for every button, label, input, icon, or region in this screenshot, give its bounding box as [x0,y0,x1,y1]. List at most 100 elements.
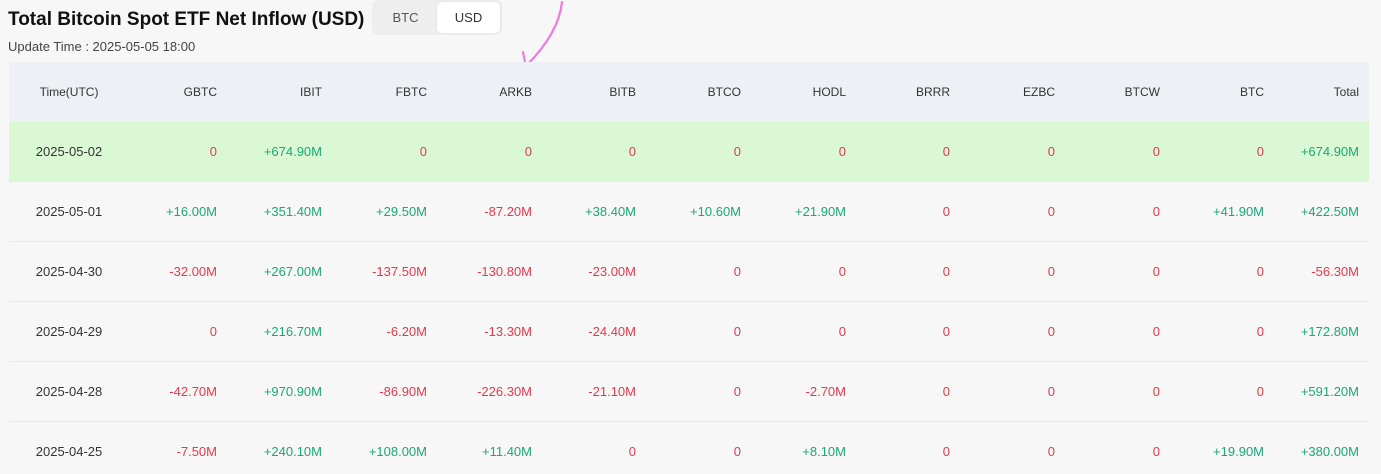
table-cell-total: +591.20M [1300,384,1359,399]
table-header-row: Time(UTC) GBTC IBIT FBTC ARKB BITB BTCO HODL BRR… [9,62,1369,122]
table-cell-date: 2025-04-28 [35,384,103,399]
table-cell-ezbc: 0 [1047,264,1055,279]
column-header-time-utc: Time(UTC) [39,85,99,99]
table-body: 2025-05-02 0 +674.90M 0 0 0 0 0 0 0 0 0 +674.90M 2025… [9,122,1369,474]
table-cell-btcw: 0 [1152,144,1160,159]
table-cell-total: +422.50M [1300,204,1359,219]
table-cell-total: -56.30M [1311,264,1359,279]
table-row: 2025-04-25 -7.50M +240.10M +108.00M +11.40M 0… [9,422,1369,474]
table-cell-arkb: -130.80M [477,264,532,279]
column-header-ezbc: EZBC [1022,85,1055,99]
table-cell-btco: 0 [733,144,741,159]
table-row: 2025-05-02 0 +674.90M 0 0 0 0 0 0 0 0 0 +674.90M [9,122,1369,182]
column-header-btc: BTC [1240,85,1264,99]
table-cell-btco: 0 [733,264,741,279]
column-header-btco: BTCO [707,85,741,99]
table-cell-total: +380.00M [1300,444,1359,459]
table-cell-btc: 0 [1256,144,1264,159]
etf-flow-table: Time(UTC) GBTC IBIT FBTC ARKB BITB BTCO HODL BRR… [9,62,1369,474]
table-cell-bitb: +38.40M [585,204,636,219]
table-cell-ibit: +216.70M [263,324,322,339]
table-cell-brrr: 0 [942,264,950,279]
column-header-total: Total [1333,85,1359,99]
table-cell-arkb: +11.40M [482,444,532,459]
table-cell-ibit: +674.90M [263,144,322,159]
page-header: Total Bitcoin Spot ETF Net Inflow (USD) … [8,0,1381,62]
table-cell-btcw: 0 [1152,204,1160,219]
update-time: Update Time : 2025-05-05 18:00 [8,39,196,54]
table-cell-btc: 0 [1256,384,1264,399]
currency-toggle: BTC USD [372,0,502,35]
table-cell-bitb: -21.10M [588,384,636,399]
table-cell-bitb: -24.40M [588,324,636,339]
table-row: 2025-04-30 -32.00M +267.00M -137.50M -130.80… [9,242,1369,302]
table-cell-btcw: 0 [1152,324,1160,339]
table-cell-brrr: 0 [942,324,950,339]
table-cell-hodl: 0 [838,324,846,339]
table-cell-arkb: 0 [524,144,532,159]
table-cell-ezbc: 0 [1047,444,1055,459]
toggle-btc-button[interactable]: BTC [374,2,437,33]
table-cell-gbtc: -7.50M [176,444,217,459]
column-header-ibit: IBIT [299,85,322,99]
table-cell-gbtc: -32.00M [169,264,217,279]
table-cell-ezbc: 0 [1047,324,1055,339]
column-header-brrr: BRRR [915,85,950,99]
table-cell-ezbc: 0 [1047,204,1055,219]
table-cell-brrr: 0 [942,444,950,459]
column-header-btcw: BTCW [1124,85,1160,99]
table-cell-btc: +19.90M [1213,444,1264,459]
table-cell-btco: +10.60M [690,204,741,219]
table-cell-arkb: -87.20M [484,204,532,219]
column-header-arkb: ARKB [499,85,532,99]
table-cell-arkb: -226.30M [477,384,532,399]
column-header-hodl: HODL [812,85,846,99]
table-cell-gbtc: +16.00M [166,204,217,219]
table-cell-date: 2025-04-29 [35,324,103,339]
table-cell-fbtc: +29.50M [376,204,427,219]
table-cell-ezbc: 0 [1047,144,1055,159]
table-cell-btco: 0 [733,384,741,399]
column-header-gbtc: GBTC [183,85,217,99]
table-cell-brrr: 0 [942,144,950,159]
table-row: 2025-04-28 -42.70M +970.90M -86.90M -226.30M… [9,362,1369,422]
table-row: 2025-04-29 0 +216.70M -6.20M -13.30M -24.40M 0… [9,302,1369,362]
table-cell-btco: 0 [733,444,741,459]
column-header-fbtc: FBTC [395,85,427,99]
table-cell-total: +172.80M [1300,324,1359,339]
table-cell-fbtc: -6.20M [386,324,427,339]
toggle-usd-button[interactable]: USD [437,2,500,33]
table-cell-hodl: -2.70M [805,384,846,399]
table-cell-btc: +41.90M [1213,204,1264,219]
table-cell-hodl: 0 [838,144,846,159]
table-cell-fbtc: -86.90M [379,384,427,399]
table-cell-btco: 0 [733,324,741,339]
table-cell-hodl: +21.90M [795,204,846,219]
table-cell-date: 2025-04-30 [35,264,103,279]
table-cell-hodl: 0 [838,264,846,279]
table-cell-gbtc: -42.70M [169,384,217,399]
page-title: Total Bitcoin Spot ETF Net Inflow (USD) [8,9,365,30]
table-cell-ibit: +240.10M [263,444,322,459]
table-cell-brrr: 0 [942,384,950,399]
table-cell-ibit: +267.00M [263,264,322,279]
table-cell-btcw: 0 [1152,444,1160,459]
table-cell-btc: 0 [1256,264,1264,279]
table-cell-date: 2025-05-02 [35,144,103,159]
table-cell-date: 2025-04-25 [35,444,103,459]
table-cell-btcw: 0 [1152,384,1160,399]
table-cell-gbtc: 0 [209,324,217,339]
table-cell-brrr: 0 [942,204,950,219]
table-cell-ibit: +351.40M [263,204,322,219]
table-cell-gbtc: 0 [209,144,217,159]
table-cell-total: +674.90M [1300,144,1359,159]
table-cell-bitb: -23.00M [588,264,636,279]
table-row: 2025-05-01 +16.00M +351.40M +29.50M -87.20M +… [9,182,1369,242]
column-header-bitb: BITB [609,85,636,99]
table-cell-date: 2025-05-01 [35,204,103,219]
table-cell-arkb: -13.30M [484,324,532,339]
table-cell-fbtc: 0 [419,144,427,159]
table-cell-btc: 0 [1256,324,1264,339]
table-cell-fbtc: -137.50M [372,264,427,279]
table-cell-bitb: 0 [628,444,636,459]
